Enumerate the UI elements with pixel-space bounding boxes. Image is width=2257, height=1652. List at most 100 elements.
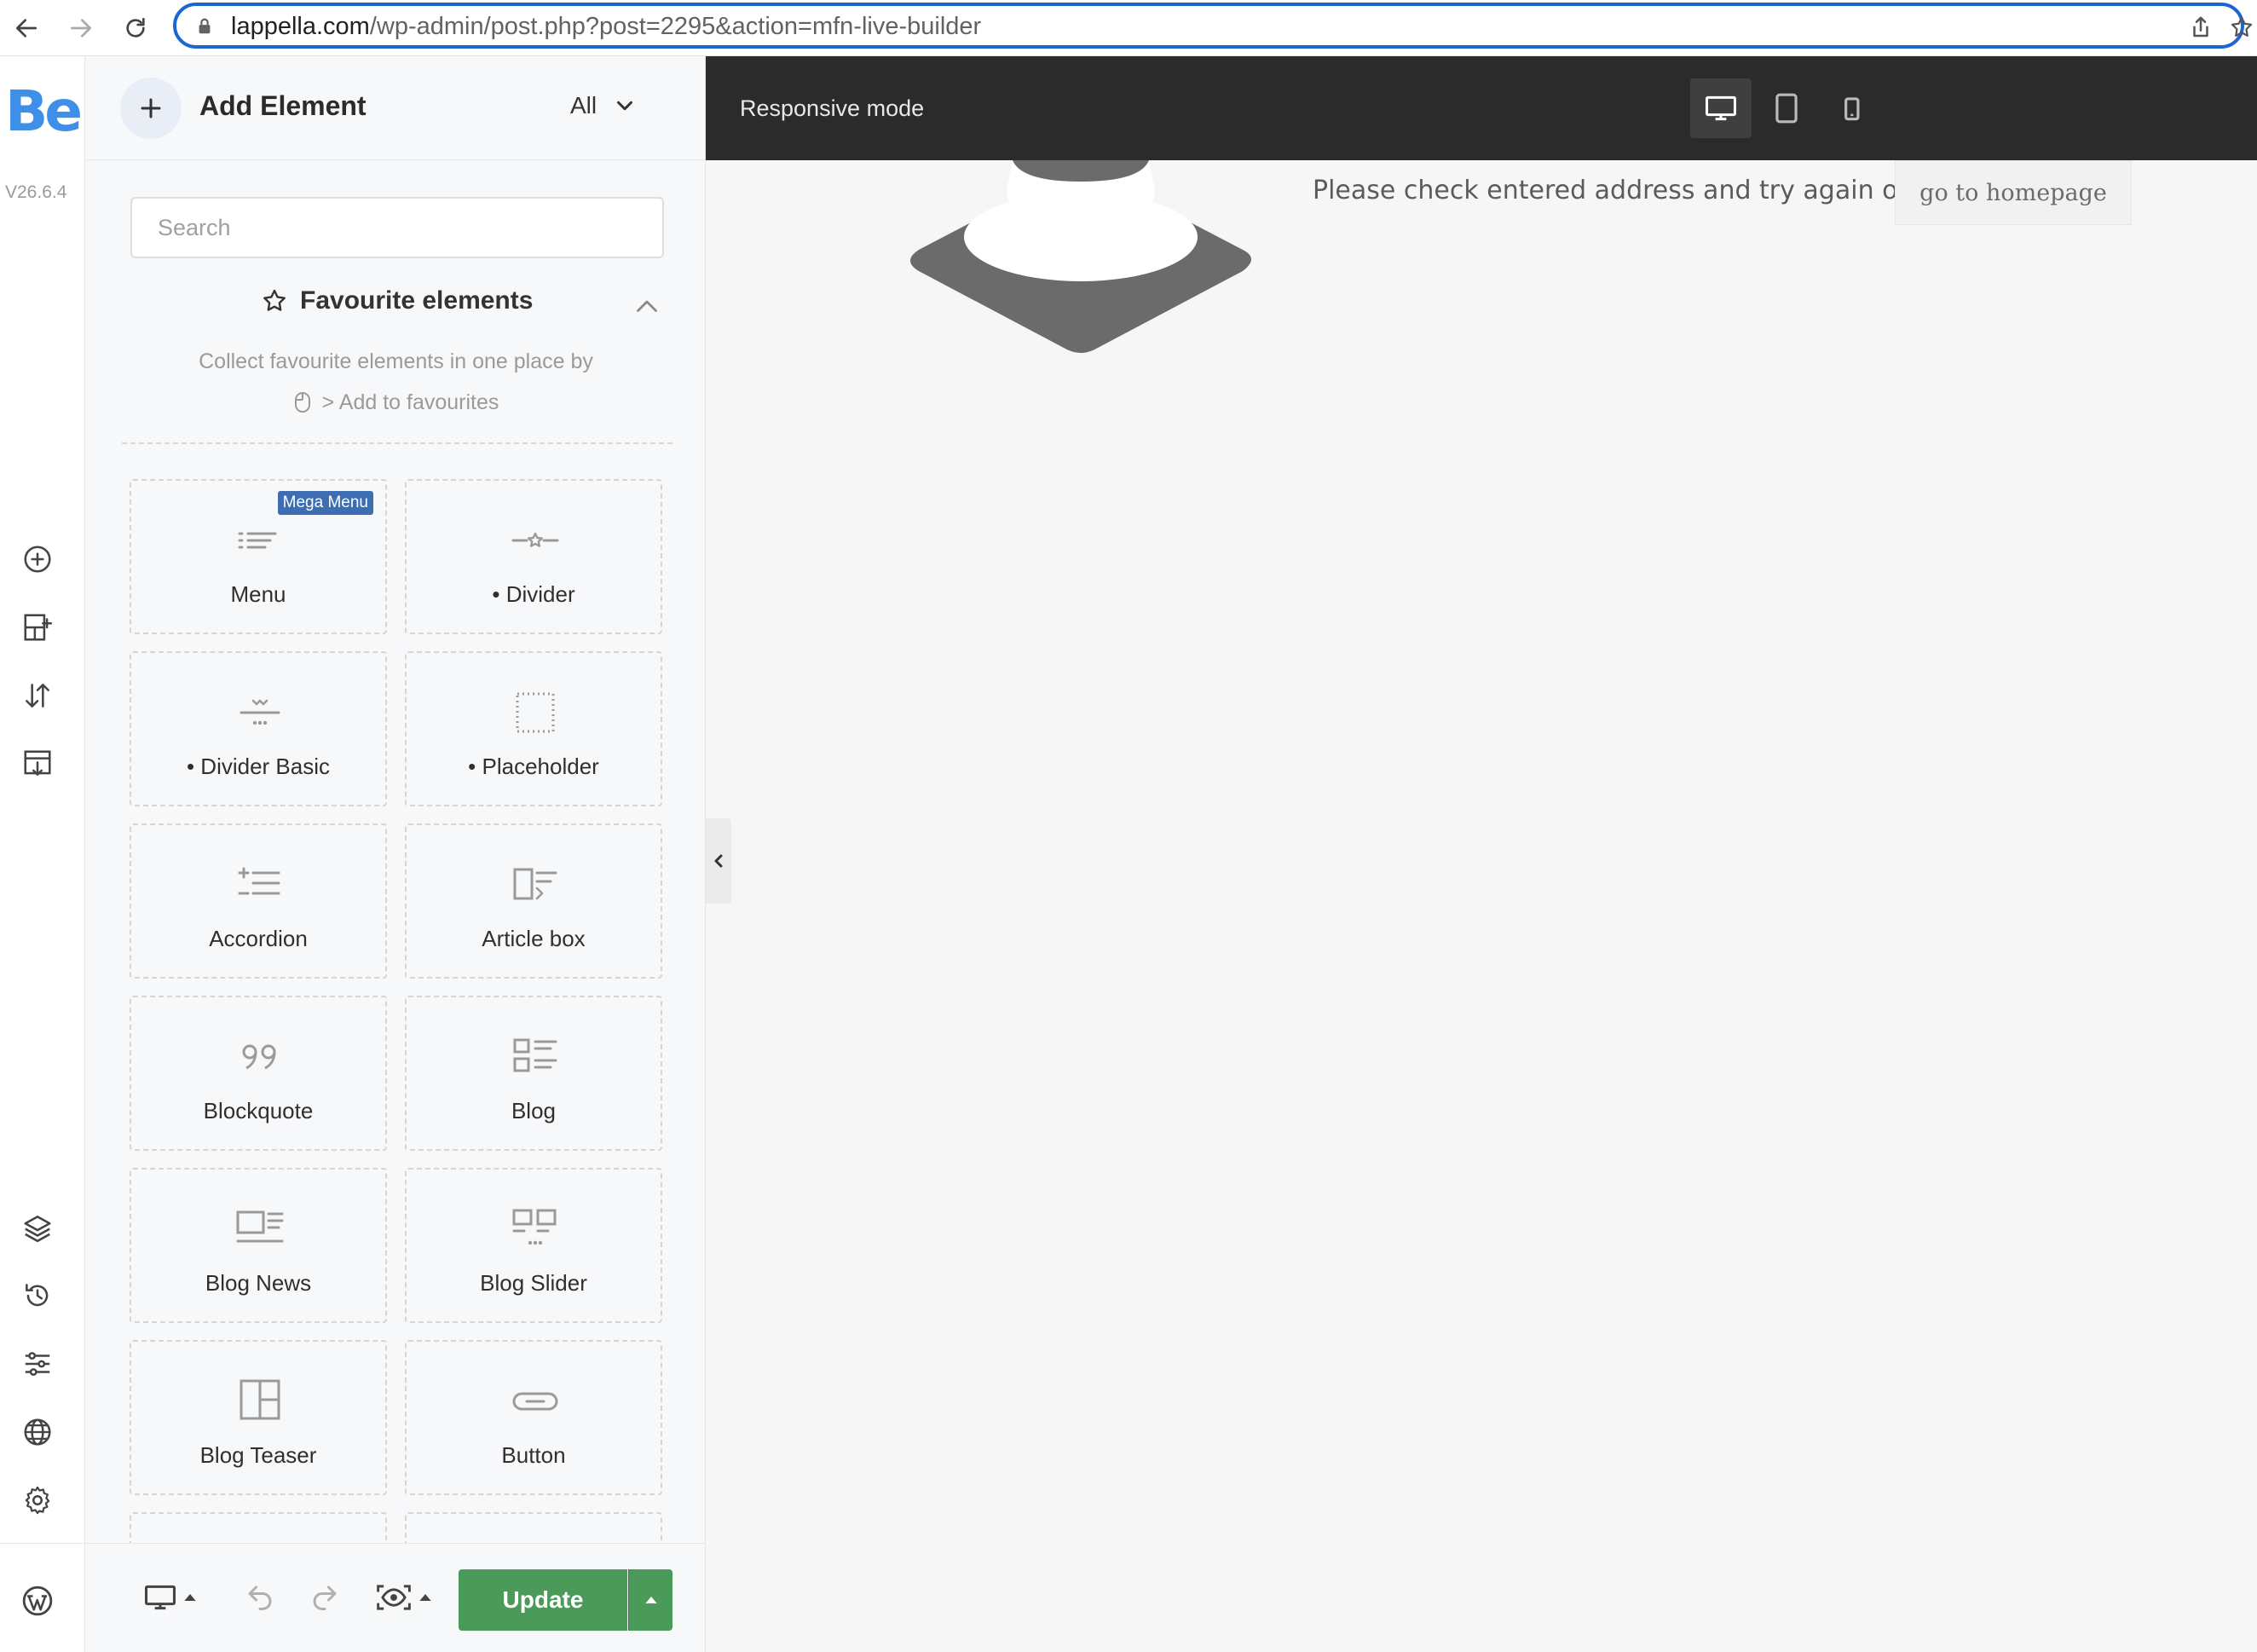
bookmark-star-icon[interactable] <box>2229 14 2254 40</box>
desktop-view-button[interactable] <box>1690 78 1752 138</box>
favourites-separator <box>122 442 672 444</box>
blog-teaser-icon <box>230 1376 290 1427</box>
blog-news-icon <box>230 1204 290 1255</box>
globe-icon[interactable] <box>19 1413 56 1451</box>
desktop-icon <box>145 1585 176 1610</box>
blog-icon <box>505 1031 565 1083</box>
go-to-homepage-button[interactable]: go to homepage <box>1895 160 2132 225</box>
preview-canvas: Please check entered address and try aga… <box>706 160 2257 1652</box>
favourites-desc-line2: > Add to favourites <box>321 390 499 414</box>
favourites-title: Favourite elements <box>300 286 534 315</box>
element-card-accordion[interactable]: Accordion <box>130 823 387 979</box>
button-icon <box>505 1376 565 1427</box>
element-card-menu[interactable]: Mega Menu Menu <box>130 479 387 634</box>
import-template-icon[interactable] <box>19 745 56 783</box>
category-filter[interactable]: All <box>570 92 638 119</box>
element-card-divider-basic[interactable]: • Divider Basic <box>130 651 387 806</box>
search-input[interactable] <box>130 197 664 258</box>
element-label: • Placeholder <box>468 754 599 779</box>
undo-button[interactable] <box>245 1578 275 1617</box>
element-card-button[interactable]: Button <box>405 1340 662 1495</box>
gear-icon[interactable] <box>19 1482 56 1519</box>
caret-up-icon <box>644 1597 657 1603</box>
icon-rail: Be V26.6.4 <box>0 56 85 1652</box>
element-label: Blog <box>511 1098 557 1123</box>
undo-icon <box>248 1586 272 1610</box>
element-card-blog-teaser[interactable]: Blog Teaser <box>130 1340 387 1495</box>
element-label: Blog Teaser <box>199 1442 317 1468</box>
element-label: • Divider <box>492 581 575 607</box>
update-button[interactable]: Update <box>459 1569 627 1631</box>
element-card-placeholder[interactable]: • Placeholder <box>405 651 662 806</box>
mobile-view-button[interactable] <box>1821 78 1882 138</box>
caret-up-icon <box>419 1594 431 1601</box>
element-card-blockquote[interactable]: Blockquote <box>130 996 387 1151</box>
chevron-up-icon[interactable] <box>632 292 662 322</box>
divider-basic-icon <box>230 687 290 738</box>
address-bar[interactable]: lappella.com/wp-admin/post.php?post=2295… <box>173 3 2253 49</box>
element-label: • Divider Basic <box>186 754 331 779</box>
reload-button[interactable] <box>114 7 157 49</box>
element-card-divider[interactable]: • Divider <box>405 479 662 634</box>
element-label: Article box <box>482 926 586 951</box>
eye-scan-icon <box>377 1585 411 1610</box>
element-label: Blog News <box>205 1270 312 1296</box>
add-element-panel: Add Element All Favourite elements Colle… <box>86 56 706 1652</box>
favourites-header[interactable]: Favourite elements <box>261 286 533 315</box>
forward-button[interactable] <box>60 7 102 49</box>
preview-toggle[interactable] <box>376 1578 432 1617</box>
be-logo: Be <box>5 78 83 144</box>
add-circle-icon[interactable] <box>19 540 56 578</box>
panel-collapse-tab[interactable] <box>706 818 731 904</box>
sort-icon[interactable] <box>19 677 56 714</box>
lock-icon <box>199 18 211 34</box>
element-card-article-box[interactable]: Article box <box>405 823 662 979</box>
chevron-left-icon <box>714 854 723 868</box>
back-button[interactable] <box>5 7 48 49</box>
mouse-icon <box>294 392 310 413</box>
add-section-icon[interactable] <box>19 609 56 646</box>
arrow-right-icon <box>71 19 91 38</box>
placeholder-icon <box>505 687 565 738</box>
mobile-icon <box>1844 97 1860 121</box>
element-card-blog-slider[interactable]: Blog Slider <box>405 1168 662 1323</box>
responsive-mode-label: Responsive mode <box>740 95 925 121</box>
device-preview-toggle[interactable] <box>144 1578 197 1617</box>
menu-list-icon <box>230 515 290 566</box>
tablet-view-button[interactable] <box>1756 78 1817 138</box>
element-card-blog[interactable]: Blog <box>405 996 662 1151</box>
traffic-cone-illustration <box>910 160 1251 353</box>
element-label: Button <box>501 1442 566 1468</box>
filter-value: All <box>570 92 597 118</box>
divider-star-icon <box>505 515 565 566</box>
browser-toolbar: lappella.com/wp-admin/post.php?post=2295… <box>0 0 2257 56</box>
layers-icon[interactable] <box>19 1209 56 1246</box>
blockquote-icon <box>230 1031 290 1083</box>
redo-button[interactable] <box>309 1578 340 1617</box>
blog-slider-icon <box>505 1204 565 1255</box>
history-icon[interactable] <box>19 1277 56 1314</box>
bottom-toolbar: Update <box>86 1543 705 1652</box>
rail-divider <box>0 1543 85 1544</box>
version-label: V26.6.4 <box>5 182 67 202</box>
reload-icon <box>126 18 145 38</box>
settings-sliders-icon[interactable] <box>19 1345 56 1383</box>
redo-icon <box>313 1586 337 1610</box>
url-text: lappella.com/wp-admin/post.php?post=2295… <box>231 13 981 40</box>
panel-header: Add Element All <box>86 56 705 160</box>
share-icon[interactable] <box>2188 14 2214 40</box>
update-options-button[interactable] <box>628 1569 672 1631</box>
wordpress-icon[interactable] <box>19 1582 56 1620</box>
url-host: lappella.com <box>231 13 370 40</box>
add-element-button[interactable] <box>120 78 182 139</box>
arrow-left-icon <box>16 19 37 38</box>
element-label: Blog Slider <box>480 1270 587 1296</box>
panel-title: Add Element <box>199 90 367 121</box>
element-card-blog-news[interactable]: Blog News <box>130 1168 387 1323</box>
url-path: /wp-admin/post.php?post=2295&action=mfn-… <box>369 13 982 40</box>
article-box-icon <box>505 859 565 910</box>
element-label: Accordion <box>209 926 308 951</box>
element-label: Blockquote <box>203 1098 314 1123</box>
star-icon <box>263 289 286 311</box>
favourites-description: Collect favourite elements in one place … <box>86 341 705 423</box>
